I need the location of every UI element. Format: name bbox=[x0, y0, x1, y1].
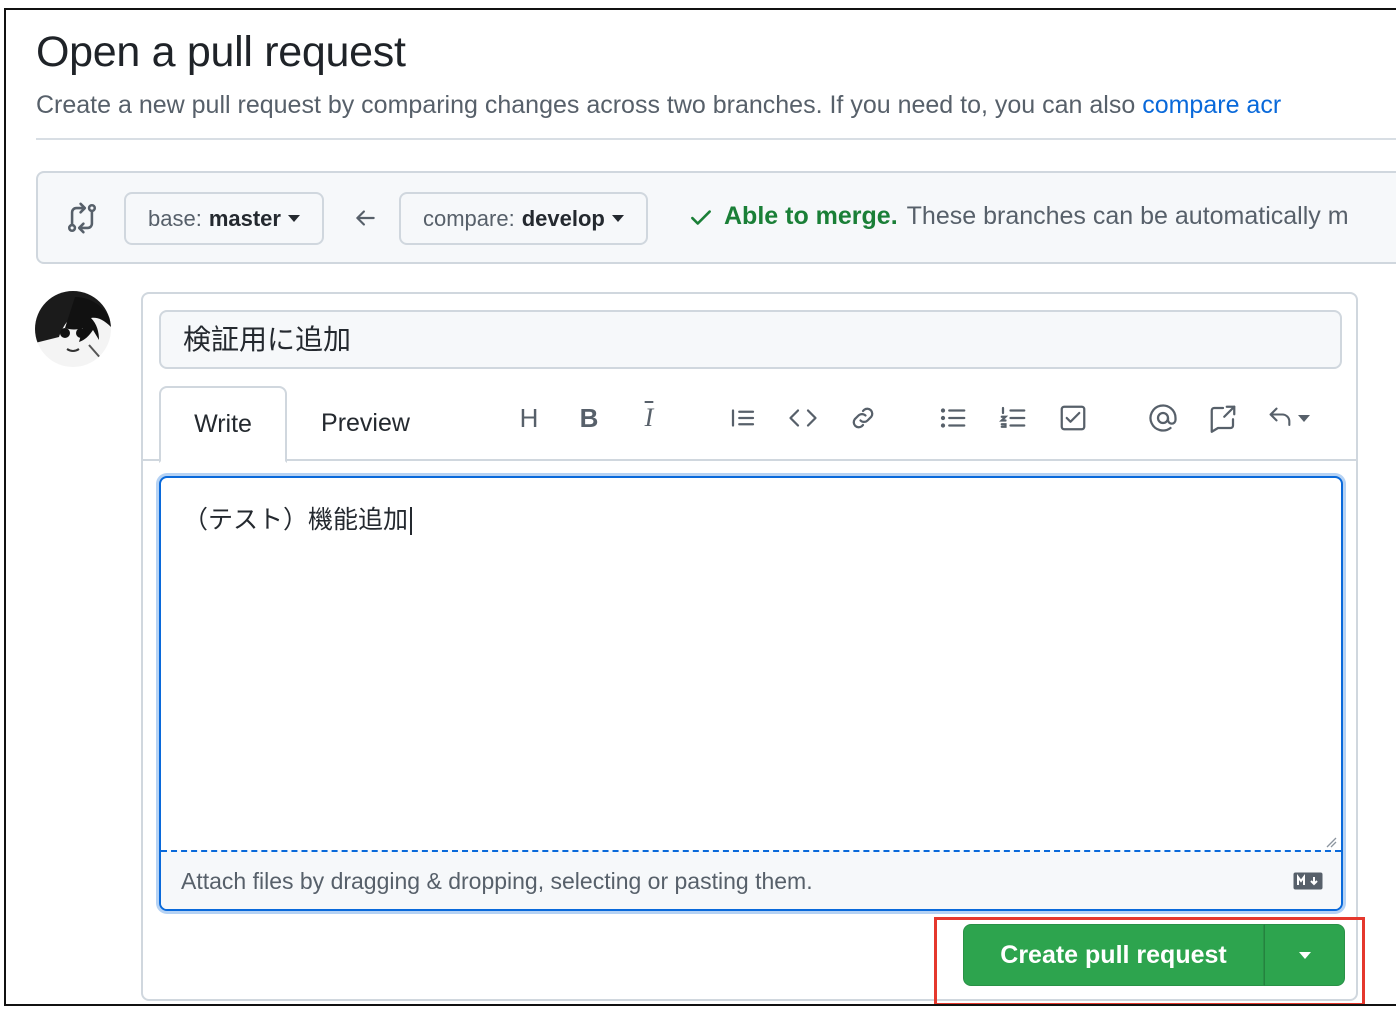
chevron-down-icon bbox=[1298, 951, 1311, 959]
mention-icon[interactable] bbox=[1133, 398, 1193, 438]
task-list-icon[interactable] bbox=[1043, 398, 1103, 438]
compare-branch-value: develop bbox=[521, 205, 605, 231]
create-options-dropdown-button[interactable] bbox=[1264, 924, 1345, 986]
link-icon[interactable] bbox=[833, 398, 893, 438]
code-icon[interactable] bbox=[773, 398, 833, 438]
create-pull-request-button[interactable]: Create pull request bbox=[963, 924, 1264, 986]
file-attachment-dropzone[interactable]: Attach files by dragging & dropping, sel… bbox=[161, 850, 1341, 909]
compare-branch-select[interactable]: compare: develop bbox=[399, 192, 648, 245]
base-branch-value: master bbox=[208, 205, 281, 231]
avatar-image bbox=[35, 291, 111, 367]
merge-ok-label: Able to merge. bbox=[724, 202, 898, 230]
toolbar-group-lists bbox=[923, 398, 1103, 438]
subtitle-text: Create a new pull request by comparing c… bbox=[36, 91, 1143, 119]
italic-icon[interactable]: I bbox=[619, 398, 679, 438]
chevron-down-icon bbox=[611, 215, 624, 222]
toolbar-group-text: H B I bbox=[499, 398, 679, 438]
tab-write[interactable]: Write bbox=[159, 386, 287, 463]
bold-icon[interactable]: B bbox=[559, 398, 619, 438]
base-branch-select[interactable]: base: master bbox=[124, 192, 324, 245]
text-cursor bbox=[410, 507, 413, 535]
compare-branch-label: compare: bbox=[423, 205, 515, 231]
unordered-list-icon[interactable] bbox=[923, 398, 983, 438]
compare-across-forks-link[interactable]: compare acr bbox=[1142, 91, 1281, 119]
merge-status-text: These branches can be automatically m bbox=[906, 202, 1349, 230]
git-compare-icon bbox=[67, 202, 97, 234]
divider bbox=[36, 138, 1396, 140]
branch-range-bar: base: master compare: develop Able to me… bbox=[36, 171, 1396, 264]
quote-icon[interactable] bbox=[713, 398, 773, 438]
resize-grip-icon[interactable] bbox=[1323, 834, 1337, 848]
tab-preview[interactable]: Preview bbox=[293, 386, 438, 461]
markdown-icon[interactable] bbox=[1293, 872, 1323, 890]
arrow-left-icon bbox=[356, 210, 375, 226]
page-subtitle: Create a new pull request by comparing c… bbox=[36, 91, 1281, 120]
comment-body-textarea[interactable]: （テスト）機能追加 Attach files by dragging & dro… bbox=[159, 476, 1343, 911]
toolbar-group-insert bbox=[713, 398, 893, 438]
comment-body-text: （テスト）機能追加 bbox=[183, 505, 409, 534]
title-input[interactable]: 検証用に追加 bbox=[159, 310, 1342, 369]
base-branch-label: base: bbox=[148, 205, 202, 231]
cross-reference-icon[interactable] bbox=[1193, 398, 1253, 438]
pull-request-composer: 検証用に追加 Write Preview H B I （テスト）機能追加 Att… bbox=[141, 292, 1358, 1001]
heading-icon[interactable]: H bbox=[499, 398, 559, 438]
page-title: Open a pull request bbox=[36, 28, 406, 76]
check-icon bbox=[691, 209, 711, 225]
toolbar-group-extras bbox=[1133, 398, 1323, 438]
ordered-list-icon[interactable] bbox=[983, 398, 1043, 438]
dropzone-text: Attach files by dragging & dropping, sel… bbox=[181, 868, 813, 894]
merge-status: Able to merge. These branches can be aut… bbox=[688, 202, 1349, 231]
page-frame: Open a pull request Create a new pull re… bbox=[4, 8, 1396, 1006]
comment-body-value: （テスト）機能追加 bbox=[183, 500, 413, 536]
chevron-down-icon bbox=[1298, 414, 1310, 422]
avatar[interactable] bbox=[35, 291, 111, 367]
chevron-down-icon bbox=[287, 215, 300, 222]
saved-replies-icon[interactable] bbox=[1253, 398, 1323, 438]
